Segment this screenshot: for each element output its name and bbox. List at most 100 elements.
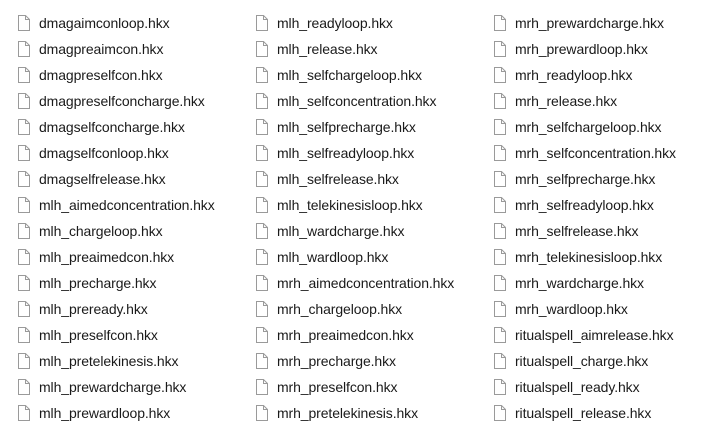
file-item[interactable]: mlh_preselfcon.hkx bbox=[18, 322, 250, 348]
file-name: mrh_release.hkx bbox=[515, 93, 617, 109]
file-item[interactable]: mlh_telekinesisloop.hkx bbox=[256, 192, 488, 218]
file-item[interactable]: ritualspell_release.hkx bbox=[494, 400, 715, 426]
generic-file-icon bbox=[494, 327, 506, 343]
generic-file-icon bbox=[494, 15, 506, 31]
file-item[interactable]: dmagpreselfconcharge.hkx bbox=[18, 88, 250, 114]
generic-file-icon bbox=[256, 67, 268, 83]
file-item[interactable]: mlh_preready.hkx bbox=[18, 296, 250, 322]
file-item[interactable]: mrh_release.hkx bbox=[494, 88, 715, 114]
file-name: mlh_release.hkx bbox=[277, 41, 378, 57]
file-item[interactable]: mlh_selfprecharge.hkx bbox=[256, 114, 488, 140]
file-item[interactable]: mlh_prewardloop.hkx bbox=[18, 400, 250, 426]
generic-file-icon bbox=[18, 171, 30, 187]
file-name: mrh_selfconcentration.hkx bbox=[515, 145, 676, 161]
generic-file-icon bbox=[256, 353, 268, 369]
file-name: mlh_selfconcentration.hkx bbox=[277, 93, 437, 109]
generic-file-icon bbox=[494, 275, 506, 291]
file-name: mrh_preaimedcon.hkx bbox=[277, 327, 414, 343]
file-item[interactable]: dmagselfrelease.hkx bbox=[18, 166, 250, 192]
generic-file-icon bbox=[494, 171, 506, 187]
generic-file-icon bbox=[256, 145, 268, 161]
file-item[interactable]: mrh_prewardcharge.hkx bbox=[494, 10, 715, 36]
file-name: ritualspell_charge.hkx bbox=[515, 353, 649, 369]
file-item[interactable]: mlh_wardcharge.hkx bbox=[256, 218, 488, 244]
file-item[interactable]: dmagpreaimcon.hkx bbox=[18, 36, 250, 62]
file-name: mrh_prewardcharge.hkx bbox=[515, 15, 664, 31]
generic-file-icon bbox=[256, 93, 268, 109]
generic-file-icon bbox=[18, 41, 30, 57]
generic-file-icon bbox=[18, 145, 30, 161]
generic-file-icon bbox=[256, 249, 268, 265]
file-item[interactable]: ritualspell_ready.hkx bbox=[494, 374, 715, 400]
file-item[interactable]: mlh_selfchargeloop.hkx bbox=[256, 62, 488, 88]
generic-file-icon bbox=[256, 379, 268, 395]
file-item[interactable]: mrh_precharge.hkx bbox=[256, 348, 488, 374]
file-item[interactable]: mrh_selfprecharge.hkx bbox=[494, 166, 715, 192]
generic-file-icon bbox=[494, 301, 506, 317]
file-name: mlh_selfreadyloop.hkx bbox=[277, 145, 415, 161]
file-name: ritualspell_ready.hkx bbox=[515, 379, 640, 395]
file-item[interactable]: ritualspell_charge.hkx bbox=[494, 348, 715, 374]
file-item[interactable]: mrh_pretelekinesis.hkx bbox=[256, 400, 488, 426]
file-item[interactable]: mrh_aimedconcentration.hkx bbox=[256, 270, 488, 296]
file-item[interactable]: mrh_selfreadyloop.hkx bbox=[494, 192, 715, 218]
file-item[interactable]: mlh_readyloop.hkx bbox=[256, 10, 488, 36]
file-item[interactable]: mlh_chargeloop.hkx bbox=[18, 218, 250, 244]
file-name: mrh_chargeloop.hkx bbox=[277, 301, 403, 317]
file-item[interactable]: mlh_pretelekinesis.hkx bbox=[18, 348, 250, 374]
file-item[interactable]: mlh_prewardcharge.hkx bbox=[18, 374, 250, 400]
generic-file-icon bbox=[18, 197, 30, 213]
generic-file-icon bbox=[494, 197, 506, 213]
file-item[interactable]: mrh_wardloop.hkx bbox=[494, 296, 715, 322]
file-name: mrh_wardcharge.hkx bbox=[515, 275, 644, 291]
file-item[interactable]: mlh_selfreadyloop.hkx bbox=[256, 140, 488, 166]
file-item[interactable]: mrh_telekinesisloop.hkx bbox=[494, 244, 715, 270]
file-item[interactable]: mlh_aimedconcentration.hkx bbox=[18, 192, 250, 218]
file-item[interactable]: mrh_readyloop.hkx bbox=[494, 62, 715, 88]
generic-file-icon bbox=[494, 405, 506, 421]
file-item[interactable]: mrh_preselfcon.hkx bbox=[256, 374, 488, 400]
file-item[interactable]: mlh_precharge.hkx bbox=[18, 270, 250, 296]
file-item[interactable]: mrh_selfrelease.hkx bbox=[494, 218, 715, 244]
file-item[interactable]: dmagaimconloop.hkx bbox=[18, 10, 250, 36]
file-item[interactable]: mlh_selfrelease.hkx bbox=[256, 166, 488, 192]
file-item[interactable]: mlh_selfconcentration.hkx bbox=[256, 88, 488, 114]
file-name: dmagaimconloop.hkx bbox=[39, 15, 170, 31]
file-item[interactable]: mrh_preaimedcon.hkx bbox=[256, 322, 488, 348]
file-name: mrh_preselfcon.hkx bbox=[277, 379, 398, 395]
file-item[interactable]: mlh_preaimedcon.hkx bbox=[18, 244, 250, 270]
file-item[interactable]: mlh_release.hkx bbox=[256, 36, 488, 62]
file-item[interactable]: dmagselfconcharge.hkx bbox=[18, 114, 250, 140]
generic-file-icon bbox=[18, 249, 30, 265]
generic-file-icon bbox=[18, 119, 30, 135]
file-item[interactable]: dmagselfconloop.hkx bbox=[18, 140, 250, 166]
file-item[interactable]: mrh_selfconcentration.hkx bbox=[494, 140, 715, 166]
generic-file-icon bbox=[18, 275, 30, 291]
file-name: ritualspell_aimrelease.hkx bbox=[515, 327, 674, 343]
generic-file-icon bbox=[18, 15, 30, 31]
file-column: dmagaimconloop.hkx dmagpreaimcon.hkx dmagp… bbox=[18, 10, 250, 426]
file-item[interactable]: ritualspell_aimrelease.hkx bbox=[494, 322, 715, 348]
generic-file-icon bbox=[256, 301, 268, 317]
generic-file-icon bbox=[494, 249, 506, 265]
file-item[interactable]: mrh_chargeloop.hkx bbox=[256, 296, 488, 322]
file-name: mlh_selfrelease.hkx bbox=[277, 171, 399, 187]
file-name: mrh_selfprecharge.hkx bbox=[515, 171, 656, 187]
file-name: mlh_preaimedcon.hkx bbox=[39, 249, 175, 265]
file-name: mlh_aimedconcentration.hkx bbox=[39, 197, 215, 213]
file-item[interactable]: mrh_selfchargeloop.hkx bbox=[494, 114, 715, 140]
generic-file-icon bbox=[256, 327, 268, 343]
file-name: mlh_preready.hkx bbox=[39, 301, 148, 317]
generic-file-icon bbox=[256, 41, 268, 57]
generic-file-icon bbox=[18, 67, 30, 83]
file-column: mlh_readyloop.hkx mlh_release.hkx mlh_self… bbox=[256, 10, 488, 426]
file-item[interactable]: mrh_wardcharge.hkx bbox=[494, 270, 715, 296]
file-item[interactable]: mrh_prewardloop.hkx bbox=[494, 36, 715, 62]
generic-file-icon bbox=[256, 223, 268, 239]
generic-file-icon bbox=[18, 93, 30, 109]
file-name: dmagpreselfcon.hkx bbox=[39, 67, 163, 83]
file-item[interactable]: mlh_wardloop.hkx bbox=[256, 244, 488, 270]
generic-file-icon bbox=[494, 67, 506, 83]
generic-file-icon bbox=[256, 15, 268, 31]
file-item[interactable]: dmagpreselfcon.hkx bbox=[18, 62, 250, 88]
